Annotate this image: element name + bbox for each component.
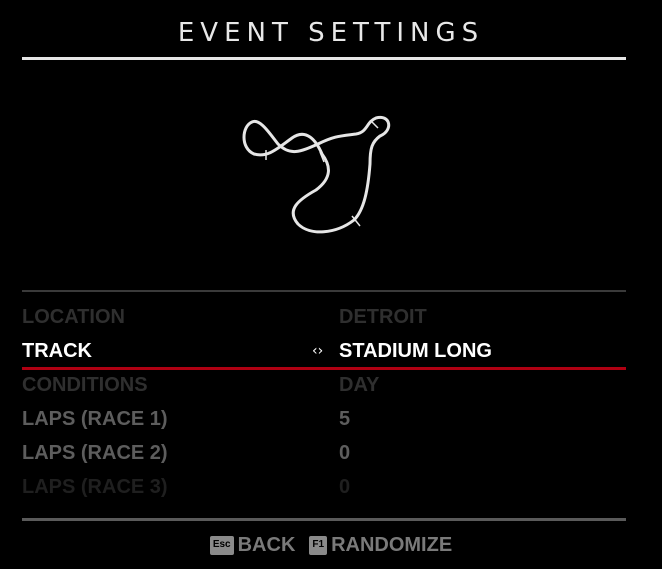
setting-row-track[interactable]: TRACK ‹› STADIUM LONG: [22, 334, 626, 370]
footer-hints: Esc BACK F1 RANDOMIZE: [0, 531, 662, 559]
settings-bottom-divider: [22, 518, 626, 521]
title-divider: [22, 57, 626, 60]
setting-label: LOCATION: [22, 306, 125, 328]
f1-key-icon: F1: [309, 535, 328, 555]
setting-row-location[interactable]: LOCATION DETROIT: [22, 300, 626, 334]
back-button[interactable]: Esc BACK: [209, 533, 296, 557]
setting-value: 0: [339, 476, 351, 498]
esc-key-icon: Esc: [209, 535, 234, 555]
settings-top-divider: [22, 290, 626, 292]
randomize-button[interactable]: F1 RANDOMIZE: [309, 534, 452, 557]
setting-label: CONDITIONS: [22, 374, 148, 396]
setting-label: TRACK: [22, 340, 92, 362]
setting-label: LAPS (RACE 3): [22, 476, 168, 498]
setting-row-conditions[interactable]: CONDITIONS DAY: [22, 368, 626, 402]
back-label: BACK: [237, 533, 296, 556]
setting-row-laps-race-3[interactable]: LAPS (RACE 3) 0: [22, 470, 626, 504]
setting-value: DAY: [339, 374, 380, 396]
left-right-arrows-icon[interactable]: ‹›: [312, 334, 323, 368]
setting-value: 0: [339, 442, 351, 464]
randomize-label: RANDOMIZE: [331, 533, 453, 556]
setting-label: LAPS (RACE 2): [22, 442, 168, 464]
setting-row-laps-race-2[interactable]: LAPS (RACE 2) 0: [22, 436, 626, 470]
setting-value: DETROIT: [339, 306, 427, 328]
setting-label: LAPS (RACE 1): [22, 408, 168, 430]
setting-row-laps-race-1[interactable]: LAPS (RACE 1) 5: [22, 402, 626, 436]
setting-value: STADIUM LONG: [339, 340, 492, 362]
setting-value: 5: [339, 408, 351, 430]
track-map-icon: [242, 115, 391, 234]
page-title: EVENT SETTINGS: [177, 18, 485, 48]
